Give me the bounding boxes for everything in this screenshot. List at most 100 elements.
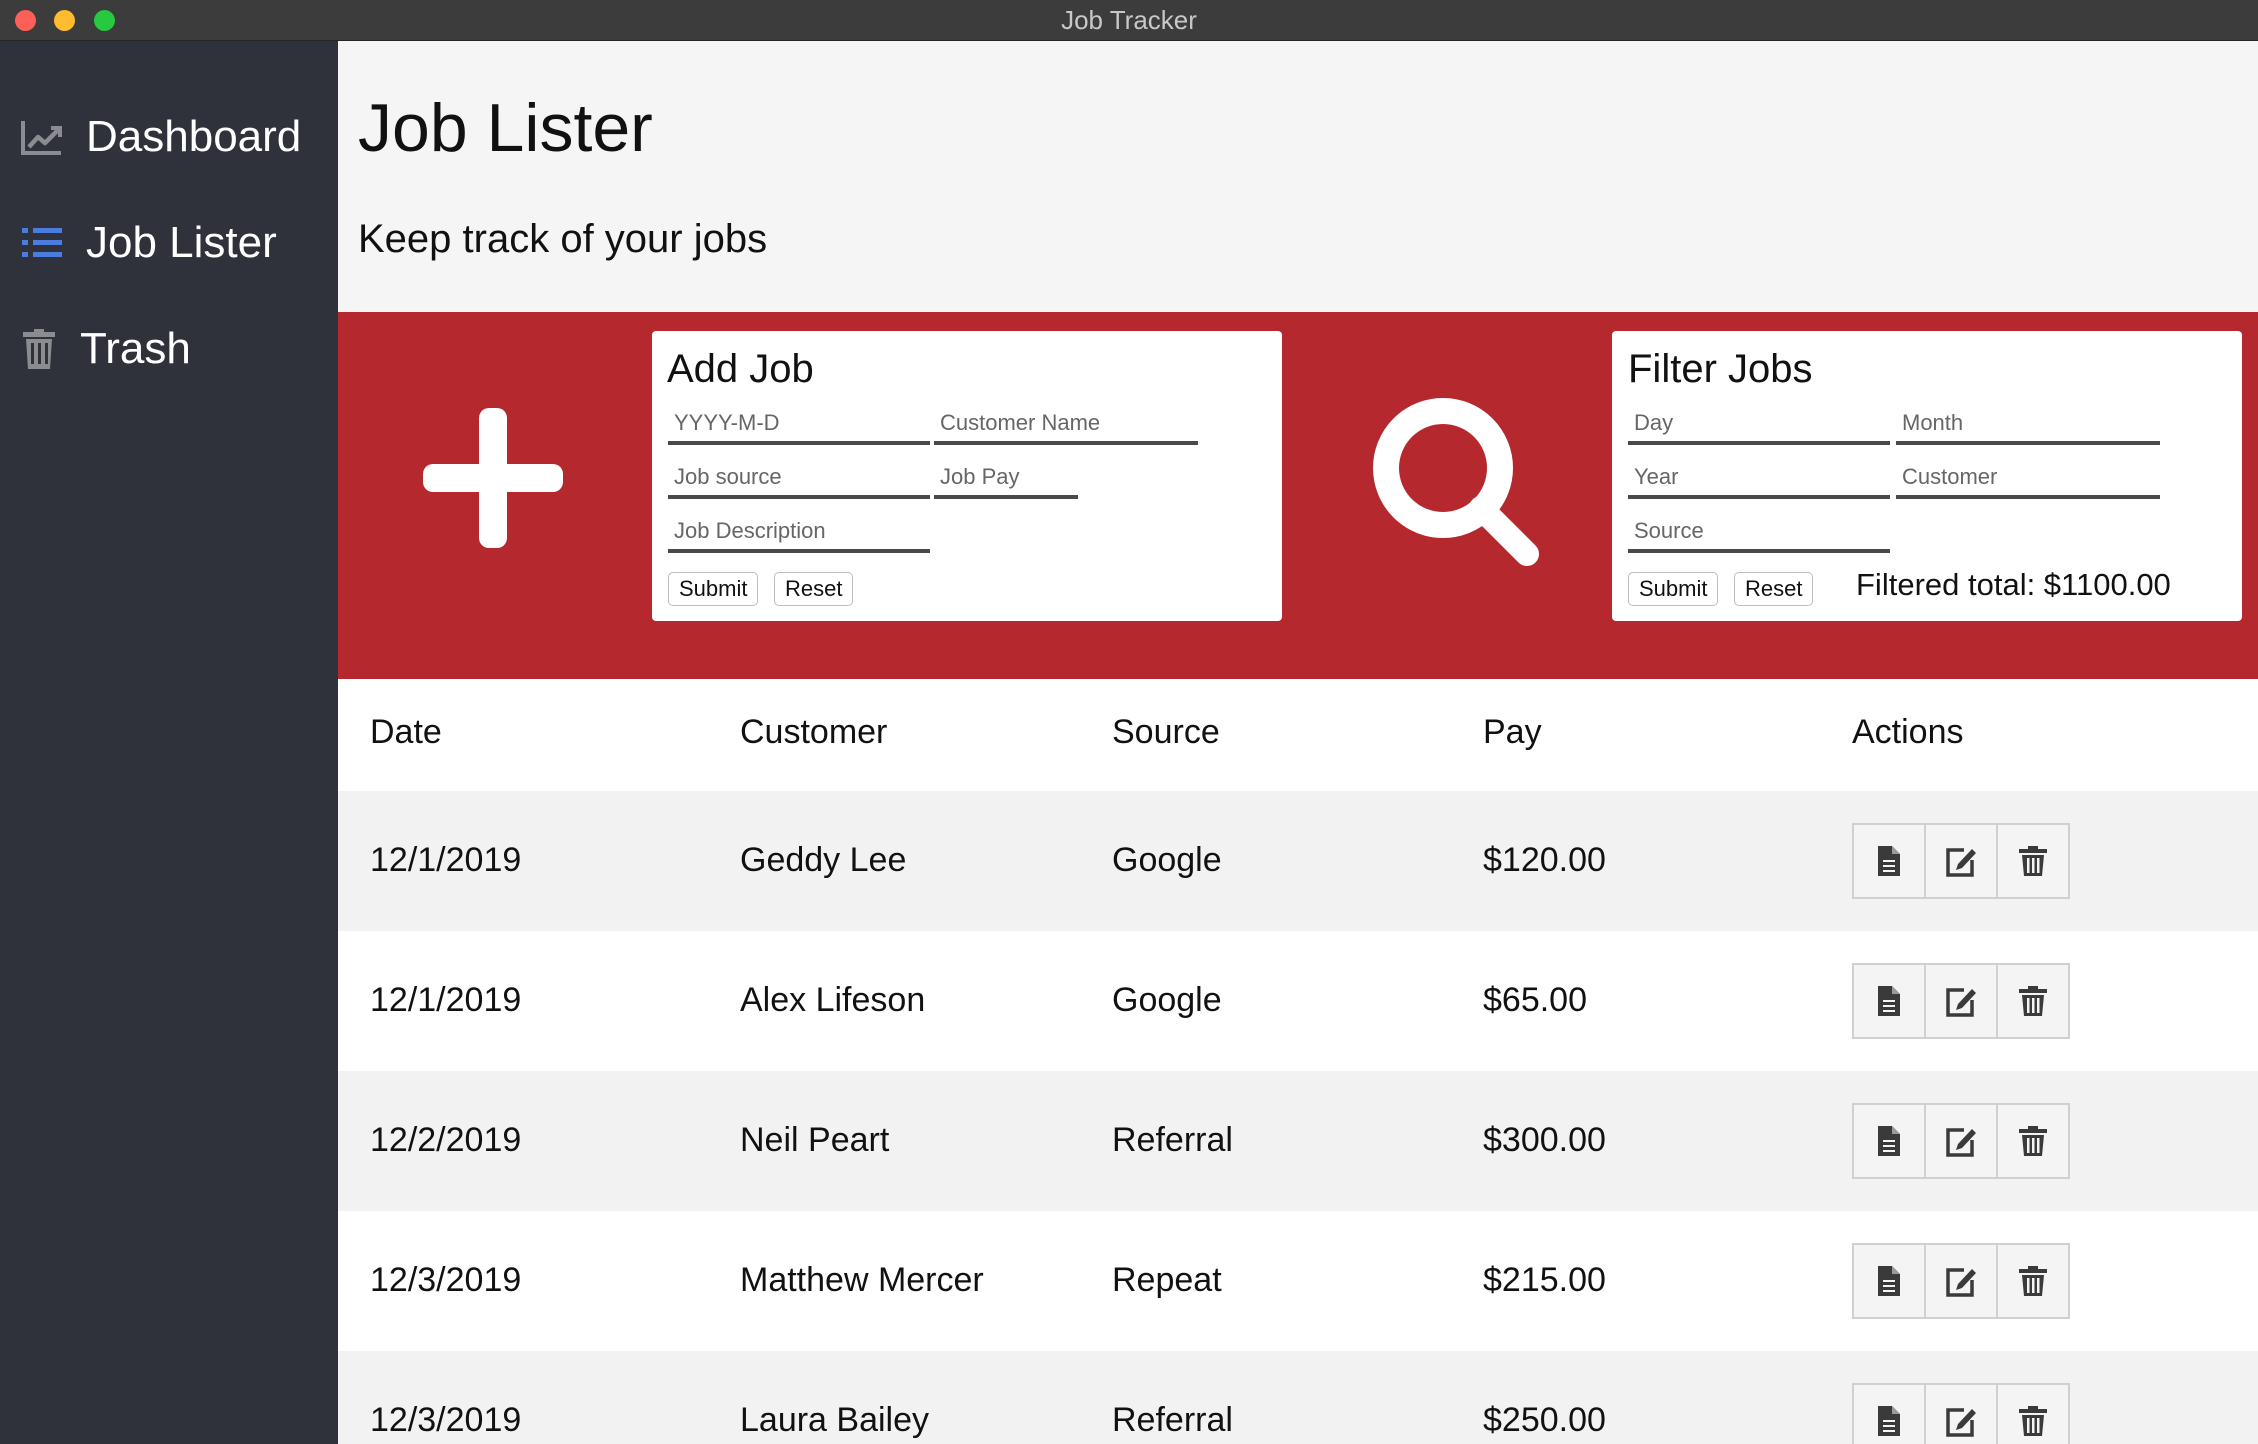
filter-jobs-title: Filter Jobs bbox=[1628, 347, 1813, 391]
sidebar-item-dashboard[interactable]: Dashboard bbox=[0, 97, 338, 177]
cell-customer: Alex Lifeson bbox=[740, 981, 926, 1019]
customer-filter-input[interactable] bbox=[1896, 459, 2160, 499]
job-controls-banner: Add Job Submit Reset Filter Jobs Submit … bbox=[338, 312, 2258, 679]
filtered-total: Filtered total: $1100.00 bbox=[1856, 567, 2171, 602]
column-header-source: Source bbox=[1112, 713, 1220, 751]
date-input[interactable] bbox=[668, 405, 930, 445]
cell-source: Repeat bbox=[1112, 1261, 1222, 1299]
add-job-title: Add Job bbox=[667, 347, 814, 391]
day-input[interactable] bbox=[1628, 405, 1890, 445]
job-source-input[interactable] bbox=[668, 459, 930, 499]
row-actions bbox=[1852, 963, 2074, 1039]
trash-icon bbox=[2019, 846, 2047, 876]
column-header-actions: Actions bbox=[1852, 713, 1964, 751]
trash-icon bbox=[2019, 1406, 2047, 1436]
table-row: 12/3/2019 Matthew Mercer Repeat $215.00 bbox=[338, 1211, 2258, 1351]
jobs-table: Date Customer Source Pay Actions 12/1/20… bbox=[338, 679, 2258, 1444]
view-details-button[interactable] bbox=[1852, 963, 1926, 1039]
delete-job-button[interactable] bbox=[1996, 1103, 2070, 1179]
sidebar: Dashboard Job Lister Trash bbox=[0, 41, 338, 1444]
edit-job-button[interactable] bbox=[1924, 1243, 1998, 1319]
cell-pay: $120.00 bbox=[1483, 841, 1606, 879]
page-subtitle: Keep track of your jobs bbox=[358, 217, 768, 261]
column-header-date: Date bbox=[370, 713, 442, 751]
cell-date: 12/3/2019 bbox=[370, 1261, 522, 1299]
column-header-customer: Customer bbox=[740, 713, 888, 751]
sidebar-item-label: Trash bbox=[80, 324, 191, 373]
cell-date: 12/2/2019 bbox=[370, 1121, 522, 1159]
chart-line-icon bbox=[21, 121, 62, 155]
cell-date: 12/3/2019 bbox=[370, 1401, 522, 1439]
window-title: Job Tracker bbox=[1061, 5, 1197, 35]
edit-job-button[interactable] bbox=[1924, 1383, 1998, 1444]
sidebar-item-label: Dashboard bbox=[86, 112, 302, 161]
cell-customer: Laura Bailey bbox=[740, 1401, 930, 1439]
search-icon bbox=[1373, 398, 1539, 566]
cell-pay: $65.00 bbox=[1483, 981, 1587, 1019]
cell-source: Referral bbox=[1112, 1401, 1233, 1439]
add-job-reset-button[interactable]: Reset bbox=[774, 572, 854, 606]
source-filter-input[interactable] bbox=[1628, 513, 1890, 553]
document-icon bbox=[1878, 1266, 1900, 1296]
document-icon bbox=[1878, 1406, 1900, 1436]
cell-date: 12/1/2019 bbox=[370, 981, 522, 1019]
filter-reset-button[interactable]: Reset bbox=[1734, 572, 1814, 606]
customer-name-input[interactable] bbox=[934, 405, 1198, 445]
delete-job-button[interactable] bbox=[1996, 1243, 2070, 1319]
table-row: 12/1/2019 Alex Lifeson Google $65.00 bbox=[338, 931, 2258, 1071]
sidebar-item-trash[interactable]: Trash bbox=[0, 309, 338, 389]
view-details-button[interactable] bbox=[1852, 1383, 1926, 1444]
edit-job-button[interactable] bbox=[1924, 1103, 1998, 1179]
cell-customer: Geddy Lee bbox=[740, 841, 907, 879]
edit-icon bbox=[1946, 1128, 1976, 1157]
table-header: Date Customer Source Pay Actions bbox=[338, 679, 2258, 791]
month-input[interactable] bbox=[1896, 405, 2160, 445]
row-actions bbox=[1852, 823, 2074, 899]
trash-icon bbox=[23, 329, 55, 369]
view-details-button[interactable] bbox=[1852, 1103, 1926, 1179]
trash-icon bbox=[2019, 1126, 2047, 1156]
delete-job-button[interactable] bbox=[1996, 1383, 2070, 1444]
trash-icon bbox=[2019, 1266, 2047, 1296]
row-actions bbox=[1852, 1243, 2074, 1319]
job-pay-input[interactable] bbox=[934, 459, 1078, 499]
page-title: Job Lister bbox=[358, 90, 653, 166]
document-icon bbox=[1878, 1126, 1900, 1156]
plus-icon bbox=[423, 408, 563, 548]
year-input[interactable] bbox=[1628, 459, 1890, 499]
filter-submit-button[interactable]: Submit bbox=[1628, 572, 1719, 606]
edit-icon bbox=[1946, 988, 1976, 1017]
delete-job-button[interactable] bbox=[1996, 823, 2070, 899]
filter-jobs-card: Filter Jobs Submit Reset Filtered total:… bbox=[1612, 331, 2242, 621]
delete-job-button[interactable] bbox=[1996, 963, 2070, 1039]
sidebar-item-job-lister[interactable]: Job Lister bbox=[0, 203, 338, 283]
table-body: 12/1/2019 Geddy Lee Google $120.00 12/1/… bbox=[338, 791, 2258, 1444]
trash-icon bbox=[2019, 986, 2047, 1016]
cell-source: Google bbox=[1112, 981, 1222, 1019]
table-row: 12/1/2019 Geddy Lee Google $120.00 bbox=[338, 791, 2258, 931]
cell-source: Google bbox=[1112, 841, 1222, 879]
edit-icon bbox=[1946, 848, 1976, 877]
column-header-pay: Pay bbox=[1483, 713, 1542, 751]
add-job-submit-button[interactable]: Submit bbox=[668, 572, 759, 606]
edit-icon bbox=[1946, 1408, 1976, 1437]
main-content: Job Lister Keep track of your jobs Add J… bbox=[338, 41, 2258, 1444]
view-details-button[interactable] bbox=[1852, 823, 1926, 899]
document-icon bbox=[1878, 986, 1900, 1016]
cell-customer: Neil Peart bbox=[740, 1121, 890, 1159]
sidebar-item-label: Job Lister bbox=[86, 218, 277, 267]
row-actions bbox=[1852, 1103, 2074, 1179]
cell-source: Referral bbox=[1112, 1121, 1233, 1159]
table-row: 12/2/2019 Neil Peart Referral $300.00 bbox=[338, 1071, 2258, 1211]
view-details-button[interactable] bbox=[1852, 1243, 1926, 1319]
cell-pay: $215.00 bbox=[1483, 1261, 1606, 1299]
edit-job-button[interactable] bbox=[1924, 963, 1998, 1039]
add-job-card: Add Job Submit Reset bbox=[652, 331, 1282, 621]
row-actions bbox=[1852, 1383, 2074, 1444]
list-icon bbox=[22, 228, 62, 257]
edit-job-button[interactable] bbox=[1924, 823, 1998, 899]
job-description-input[interactable] bbox=[668, 513, 930, 553]
document-icon bbox=[1878, 846, 1900, 876]
table-row: 12/3/2019 Laura Bailey Referral $250.00 bbox=[338, 1351, 2258, 1444]
edit-icon bbox=[1946, 1268, 1976, 1297]
